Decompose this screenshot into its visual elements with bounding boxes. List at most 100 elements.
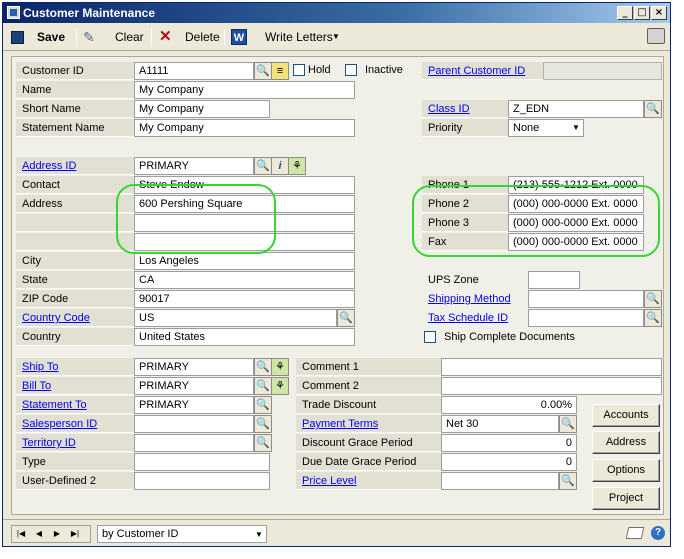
shipping-method-field[interactable] [528, 290, 644, 308]
address-line3-field[interactable] [134, 233, 355, 251]
type-field[interactable] [134, 453, 270, 471]
ups-zone-field[interactable] [528, 271, 580, 289]
note-icon[interactable] [625, 527, 645, 539]
lookup-icon[interactable]: 🔍 [254, 62, 272, 80]
country-field[interactable]: United States [134, 328, 355, 346]
fax-field[interactable]: (000) 000-0000 Ext. 0000 [508, 233, 644, 251]
bill-to-field[interactable]: PRIMARY [134, 377, 254, 395]
user-defined2-field[interactable] [134, 472, 270, 490]
short-name-field[interactable]: My Company [134, 100, 270, 118]
country-code-field[interactable]: US [134, 309, 337, 327]
zip-code-field[interactable]: 90017 [134, 290, 355, 308]
save-button[interactable]: Save [37, 28, 65, 46]
delete-icon[interactable]: ✕ [159, 27, 172, 45]
shipping-method-link[interactable]: Shipping Method [422, 290, 526, 308]
accounts-button[interactable]: Accounts [592, 404, 660, 427]
lookup-icon[interactable]: 🔍 [559, 415, 577, 433]
country-code-link[interactable]: Country Code [16, 309, 134, 327]
trade-discount-field[interactable]: 0.00% [441, 396, 577, 414]
lookup-icon[interactable]: 🔍 [254, 415, 272, 433]
price-level-link[interactable]: Price Level [296, 472, 441, 490]
lookup-icon[interactable]: 🔍 [644, 290, 662, 308]
bill-to-link[interactable]: Bill To [16, 377, 134, 395]
hold-label: Hold [308, 64, 331, 76]
salesperson-id-field[interactable] [134, 415, 254, 433]
class-id-field[interactable]: Z_EDN [508, 100, 644, 118]
address-icon[interactable]: ⚘ [271, 358, 289, 376]
chevron-down-icon[interactable]: ▼ [332, 32, 340, 41]
lookup-icon[interactable]: 🔍 [337, 309, 355, 327]
save-icon[interactable] [11, 31, 24, 44]
chevron-down-icon[interactable]: ▼ [255, 530, 263, 539]
hold-checkbox[interactable] [293, 64, 305, 76]
project-button[interactable]: Project [592, 487, 660, 510]
maximize-icon[interactable]: □ [634, 6, 650, 20]
name-field[interactable]: My Company [134, 81, 355, 99]
address-line2-field[interactable] [134, 214, 355, 232]
payment-terms-link[interactable]: Payment Terms [296, 415, 441, 433]
city-field[interactable]: Los Angeles [134, 252, 355, 270]
lookup-icon[interactable]: 🔍 [254, 434, 272, 452]
lookup-icon[interactable]: 🔍 [644, 100, 662, 118]
address-line1-field[interactable]: 600 Pershing Square [134, 195, 355, 213]
write-letters-button[interactable]: Write Letters [265, 28, 333, 46]
title-bar: Customer Maintenance _ □ × [3, 3, 670, 23]
price-level-field[interactable] [441, 472, 559, 490]
lookup-icon[interactable]: 🔍 [559, 472, 577, 490]
phone1-field[interactable]: (213) 555-1212 Ext. 0000 [508, 176, 644, 194]
delete-button[interactable]: Delete [185, 28, 220, 46]
ship-to-field[interactable]: PRIMARY [134, 358, 254, 376]
address-icon[interactable]: ⚘ [271, 377, 289, 395]
printer-icon[interactable] [647, 28, 665, 44]
address-id-link[interactable]: Address ID [16, 157, 134, 175]
previous-record-icon[interactable]: ◀ [32, 527, 46, 540]
customer-id-field[interactable]: A1111 [134, 62, 254, 80]
minimize-icon[interactable]: _ [617, 6, 633, 20]
statement-to-link[interactable]: Statement To [16, 396, 134, 414]
territory-id-field[interactable] [134, 434, 254, 452]
lookup-icon[interactable]: 🔍 [254, 377, 272, 395]
clear-button[interactable]: Clear [115, 28, 144, 46]
lookup-icon[interactable]: 🔍 [254, 358, 272, 376]
options-button[interactable]: Options [592, 459, 660, 482]
address-icon[interactable]: ⚘ [288, 157, 306, 175]
word-icon[interactable]: W [231, 29, 247, 45]
contact-field[interactable]: Steve Endow [134, 176, 355, 194]
lookup-icon[interactable]: 🔍 [254, 157, 272, 175]
tax-schedule-id-field[interactable] [528, 309, 644, 327]
chevron-down-icon[interactable]: ▼ [572, 123, 580, 132]
territory-id-link[interactable]: Territory ID [16, 434, 134, 452]
parent-customer-id-link[interactable]: Parent Customer ID [422, 62, 543, 80]
parent-customer-id-field[interactable] [543, 62, 662, 80]
close-icon[interactable]: × [651, 6, 667, 20]
ship-complete-checkbox[interactable] [424, 331, 436, 343]
tax-schedule-id-link[interactable]: Tax Schedule ID [422, 309, 526, 327]
help-icon[interactable]: ? [651, 526, 665, 540]
address-id-field[interactable]: PRIMARY [134, 157, 254, 175]
info-icon[interactable]: i [271, 157, 289, 175]
last-record-icon[interactable]: ▶| [68, 527, 82, 540]
comment1-field[interactable] [441, 358, 662, 376]
salesperson-id-link[interactable]: Salesperson ID [16, 415, 134, 433]
discount-grace-field[interactable]: 0 [441, 434, 577, 452]
address-button[interactable]: Address [592, 431, 660, 454]
next-record-icon[interactable]: ▶ [50, 527, 64, 540]
payment-terms-field[interactable]: Net 30 [441, 415, 559, 433]
phone3-field[interactable]: (000) 000-0000 Ext. 0000 [508, 214, 644, 232]
state-field[interactable]: CA [134, 271, 355, 289]
due-date-grace-field[interactable]: 0 [441, 453, 577, 471]
eraser-icon[interactable]: ✎ [83, 29, 95, 46]
comment2-field[interactable] [441, 377, 662, 395]
lookup-icon[interactable]: 🔍 [254, 396, 272, 414]
class-id-link[interactable]: Class ID [422, 100, 508, 118]
note-icon[interactable]: ≡ [271, 62, 289, 80]
phone2-field[interactable]: (000) 000-0000 Ext. 0000 [508, 195, 644, 213]
statement-to-field[interactable]: PRIMARY [134, 396, 254, 414]
first-record-icon[interactable]: |◀ [14, 527, 28, 540]
statement-name-field[interactable]: My Company [134, 119, 355, 137]
sort-by-select[interactable]: by Customer ID [97, 525, 267, 543]
inactive-checkbox[interactable] [345, 64, 357, 76]
lookup-icon[interactable]: 🔍 [644, 309, 662, 327]
toolbar-separator [224, 28, 225, 46]
ship-to-link[interactable]: Ship To [16, 358, 134, 376]
